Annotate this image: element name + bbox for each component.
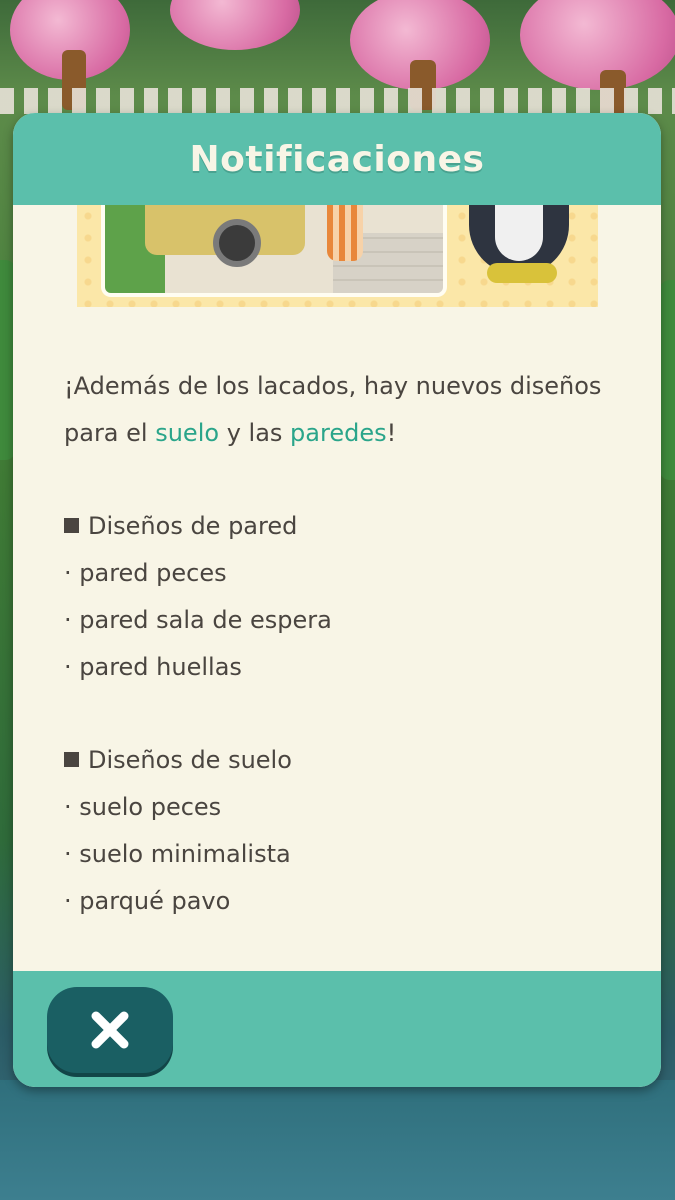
dialog-footer [13,971,661,1087]
dialog-body[interactable]: ¡Además de los lacados, hay nuevos diseñ… [13,205,661,971]
highlight-suelo: suelo [155,418,220,447]
penguin-feet [487,263,557,283]
banner-photo [101,205,447,297]
cherry-tree [520,0,675,90]
highlight-paredes: paredes [290,418,387,447]
cherry-tree [170,0,300,50]
floor-section-heading: Diseños de suelo [64,737,624,784]
fence [0,88,675,114]
photo-wheel [213,219,261,267]
close-button[interactable] [47,987,173,1073]
square-bullet-icon [64,752,79,768]
dialog-header: Notificaciones [13,113,661,205]
list-item: · suelo minimalista [64,839,291,868]
square-bullet-icon [64,518,79,534]
close-icon [91,1011,129,1049]
wall-heading-text: Diseños de pared [88,512,298,541]
list-item: · pared peces [64,559,227,588]
list-item: · pared sala de espera [64,605,332,634]
water [0,1080,675,1200]
penguin-belly [495,205,543,261]
notification-dialog: Notificaciones ¡Además de los lacados, h… [13,113,661,1087]
list-item: · pared huellas [64,652,242,681]
list-item: · parqué pavo [64,886,231,915]
floor-heading-text: Diseños de suelo [88,746,292,775]
dialog-title: Notificaciones [189,138,485,180]
notification-text: ¡Además de los lacados, hay nuevos diseñ… [64,363,624,925]
photo-character [327,205,363,261]
wall-section-heading: Diseños de pared [64,503,624,550]
announcement-banner-image [77,205,598,307]
intro-text: y las [219,418,291,447]
intro-text: ! [386,418,397,447]
penguin-character [469,205,569,283]
intro-paragraph: ¡Además de los lacados, hay nuevos diseñ… [64,363,624,457]
list-item: · suelo peces [64,793,222,822]
